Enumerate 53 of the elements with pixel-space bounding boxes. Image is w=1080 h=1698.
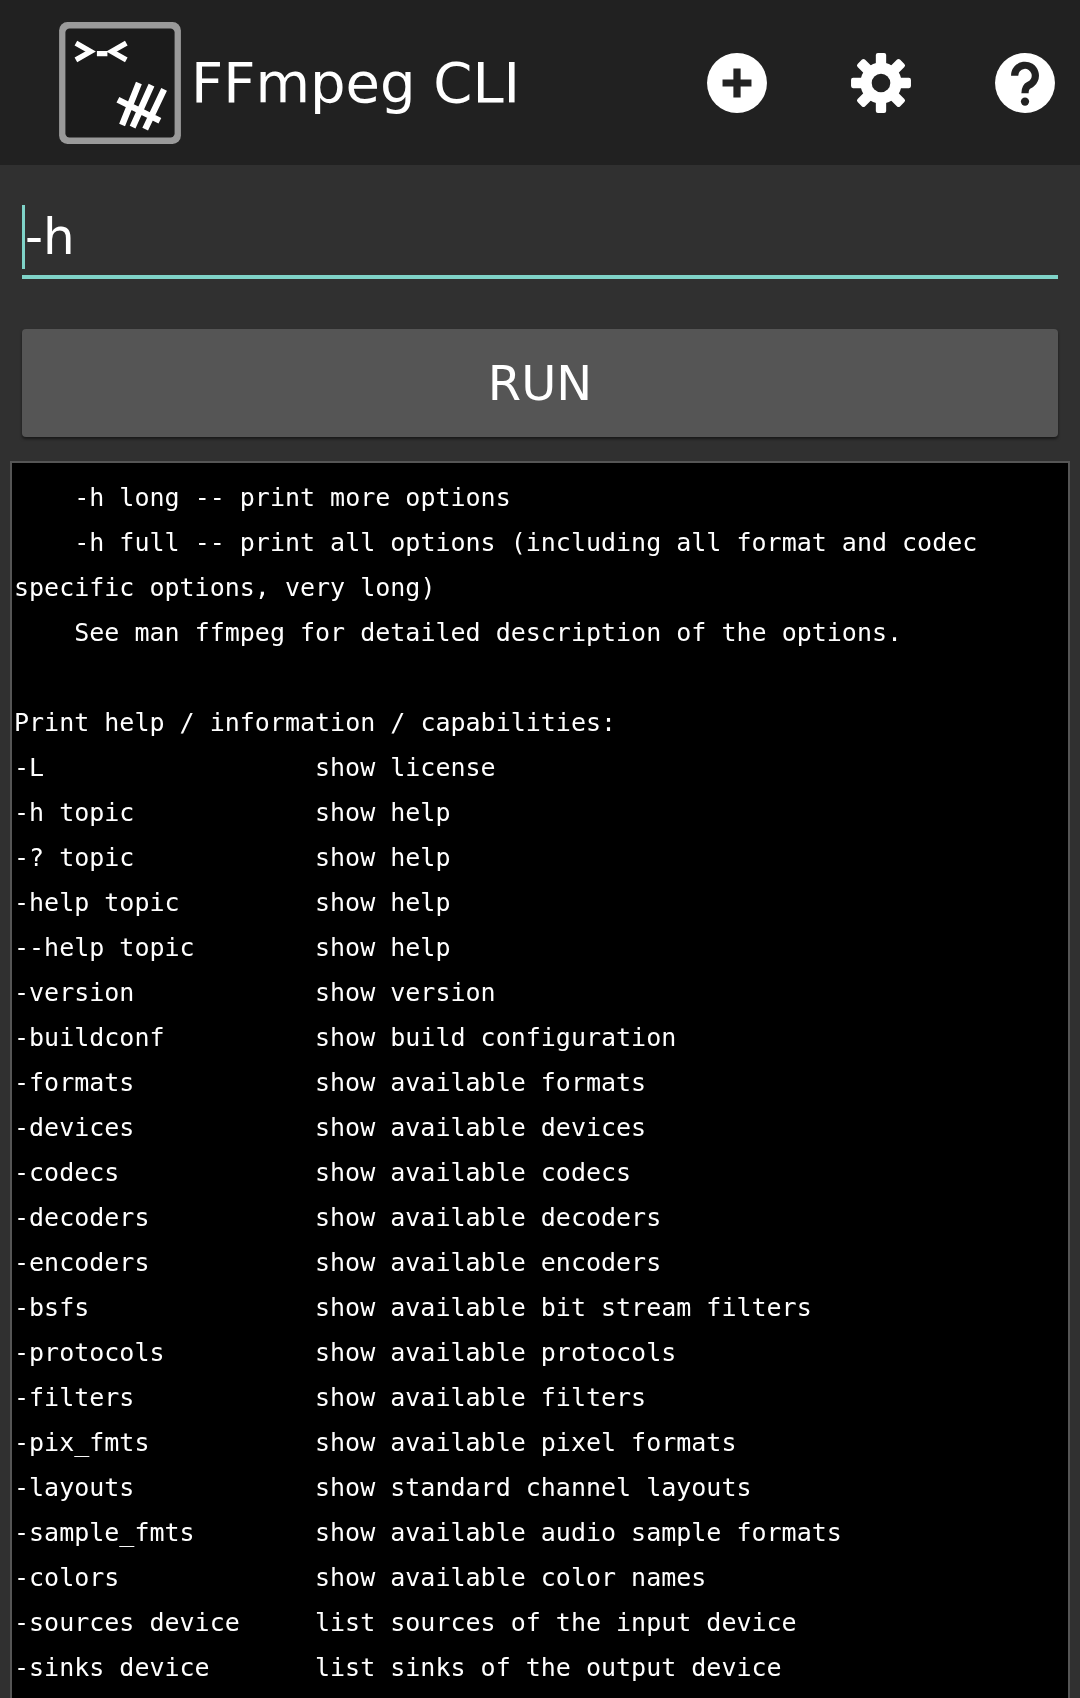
output-line: -h full -- print all options (including all format and codec specific options, very long) (14, 527, 979, 604)
option-description: show available codecs (315, 1157, 632, 1189)
section-heading: Print help / information / capabilities: (14, 707, 618, 739)
option-description: show available bit stream filters (315, 1292, 812, 1324)
command-field[interactable]: -h (22, 205, 1058, 269)
option-description: show available encoders (315, 1247, 662, 1279)
option-name: -filters (14, 1382, 136, 1414)
option-name: -buildconf (14, 1022, 166, 1054)
option-description: list sinks of the output device (315, 1652, 782, 1684)
option-name: -help topic (14, 887, 181, 919)
add-icon[interactable] (706, 51, 768, 114)
option-name: -h topic (14, 797, 136, 829)
option-name: -L (14, 752, 46, 784)
option-description: show help (315, 797, 451, 829)
option-name: -devices (14, 1112, 136, 1144)
option-description: show available decoders (315, 1202, 662, 1234)
option-description: show help (315, 842, 451, 874)
option-name: -decoders (14, 1202, 151, 1234)
option-name: -colors (14, 1562, 121, 1594)
app-logo-icon (57, 19, 183, 146)
option-name: -layouts (14, 1472, 136, 1504)
option-description: show available formats (315, 1067, 647, 1099)
option-name: -formats (14, 1067, 136, 1099)
option-description: show standard channel layouts (315, 1472, 752, 1504)
option-description: show build configuration (315, 1022, 677, 1054)
option-name: -protocols (14, 1337, 166, 1369)
option-name: -? topic (14, 842, 136, 874)
option-description: show help (315, 887, 451, 919)
settings-icon[interactable] (850, 51, 912, 114)
option-name: -sources device (14, 1607, 241, 1639)
option-name: -sample_fmts (14, 1517, 196, 1549)
run-button[interactable]: RUN (22, 329, 1058, 437)
output-line: -h long -- print more options (73, 482, 512, 514)
option-name: -codecs (14, 1157, 121, 1189)
option-description: show available color names (315, 1562, 707, 1594)
option-description: list sources of the input device (315, 1607, 797, 1639)
option-description: show version (315, 977, 496, 1009)
option-description: show available protocols (315, 1337, 677, 1369)
option-description: show license (315, 752, 496, 784)
option-name: -pix_fmts (14, 1427, 151, 1459)
option-description: show available filters (315, 1382, 647, 1414)
option-name: -sinks device (14, 1652, 211, 1684)
option-description: show available audio sample formats (315, 1517, 842, 1549)
output-line: See man ffmpeg for detailed description of the options. (73, 617, 904, 649)
option-description: show available pixel formats (315, 1427, 737, 1459)
option-description: show help (315, 932, 451, 964)
option-name: -version (14, 977, 136, 1009)
option-description: show available devices (315, 1112, 647, 1144)
option-name: -encoders (14, 1247, 151, 1279)
help-icon[interactable] (994, 51, 1056, 114)
option-name: -bsfs (14, 1292, 91, 1324)
option-name: --help topic (14, 932, 196, 964)
app-title: FFmpeg CLI (191, 50, 521, 115)
